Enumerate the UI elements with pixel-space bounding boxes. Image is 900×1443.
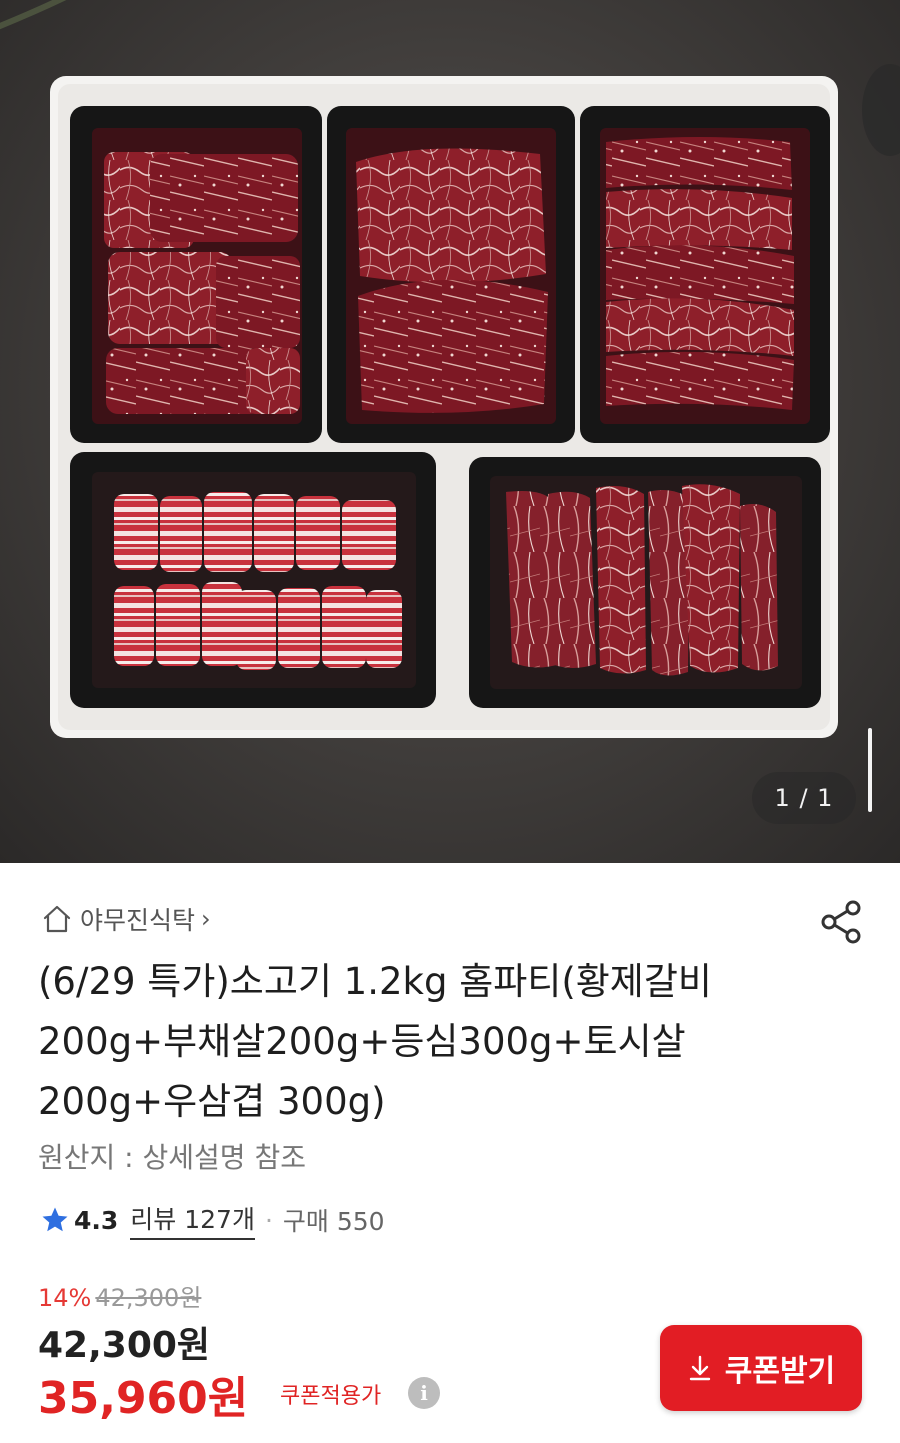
discount-row: 14% 42,300원 [38,1278,201,1313]
product-title: (6/29 특가)소고기 1.2kg 홈파티(황제갈비200g+부채살200g+… [38,960,712,1123]
chevron-right-icon: › [201,905,211,933]
store-name: 야무진식탁 [80,906,196,935]
original-price: 42,300원 [95,1284,202,1312]
product-image[interactable]: 1 / 1 [0,0,900,863]
coupon-price-label: 쿠폰적용가 [280,1384,382,1409]
image-counter: 1 / 1 [752,772,856,824]
home-icon [43,905,71,933]
coupon-price: 35,960원 [38,1373,249,1424]
review-count-link[interactable]: 리뷰 127개 [130,1200,255,1240]
purchase-count: 구매 550 [282,1207,385,1236]
sale-price: 42,300원 [38,1325,211,1366]
download-icon [689,1355,710,1381]
star-icon [42,1207,68,1232]
info-icon[interactable]: i [408,1377,440,1409]
separator-dot: · [264,1205,273,1235]
rating-score: 4.3 [74,1205,119,1235]
meat-tray-illustration [0,0,900,738]
get-coupon-button[interactable]: 쿠폰받기 [660,1325,862,1411]
rating-row: 4.3 리뷰 127개 · 구매 550 [40,1198,385,1242]
get-coupon-label: 쿠폰받기 [724,1354,836,1389]
store-link[interactable]: 야무진식탁 › [40,896,211,942]
share-icon[interactable] [818,898,866,946]
scroll-indicator [868,728,872,812]
origin-text: 원산지 : 상세설명 참조 [38,1141,306,1174]
discount-rate: 14% [38,1284,92,1312]
